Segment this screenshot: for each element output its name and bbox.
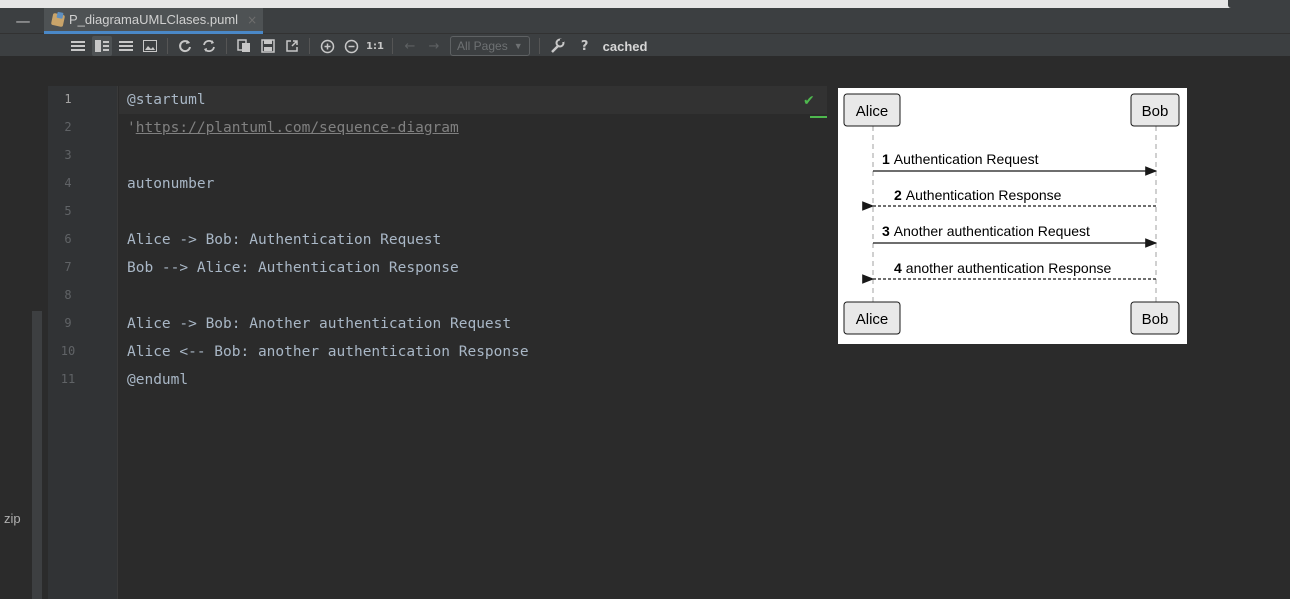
sidebar-zip-label: zip (4, 511, 21, 526)
toolbar-separator (309, 38, 310, 54)
preview-only-icon[interactable] (140, 36, 160, 56)
svg-text:4another authentication Respon: 4 another authentication Response (894, 260, 1111, 276)
code-line-7[interactable]: Bob --> Alice: Authentication Response (127, 254, 459, 282)
editor-tab-bar: — P_diagramaUMLClases.puml × 1:1 ← → All… (0, 8, 1290, 56)
line-number-gutter: 1 2 3 4 5 6 7 8 9 10 11 (48, 86, 118, 599)
collapse-button[interactable]: — (8, 12, 38, 30)
message-number: 2 (894, 187, 902, 203)
no-errors-check-icon: ✔ (803, 93, 815, 109)
code-line-1[interactable]: @startuml (127, 86, 206, 114)
refresh-icon[interactable] (175, 36, 195, 56)
line-number: 8 (64, 288, 72, 302)
settings-wrench-icon[interactable] (547, 36, 567, 56)
participant-label: Bob (1142, 103, 1169, 120)
previous-page-icon[interactable]: ← (400, 36, 420, 56)
line-number: 11 (60, 372, 76, 386)
help-icon[interactable]: ? (575, 36, 595, 56)
participant-label: Alice (856, 103, 889, 120)
svg-text:1Authentication Request: 1 Authentication Request (882, 151, 1039, 167)
editor-only-icon[interactable] (68, 36, 88, 56)
message-text: Authentication Request (894, 151, 1039, 167)
message-text: Another authentication Request (894, 223, 1090, 239)
tab-filename: P_diagramaUMLClases.puml (69, 12, 239, 27)
message-number: 3 (882, 223, 890, 239)
message-number: 1 (882, 151, 890, 167)
code-editor[interactable]: @startuml 'https://plantuml.com/sequence… (119, 86, 827, 599)
tab-puml-file[interactable]: P_diagramaUMLClases.puml × (44, 8, 264, 34)
line-number: 2 (64, 120, 72, 134)
copy-icon[interactable] (234, 36, 254, 56)
line-number: 3 (64, 148, 72, 162)
participant-alice-top: Alice (843, 93, 901, 127)
sync-icon[interactable] (199, 36, 219, 56)
line-number: 9 (64, 316, 72, 330)
pages-dropdown-value: All Pages (457, 39, 508, 53)
message-text: another authentication Response (906, 260, 1112, 276)
tab-close-icon[interactable]: × (247, 13, 257, 27)
code-line-10[interactable]: Alice <-- Bob: another authentication Re… (127, 338, 529, 366)
code-line-9[interactable]: Alice -> Bob: Another authentication Req… (127, 310, 511, 338)
participant-label: Alice (856, 311, 889, 328)
toolbar-separator (392, 38, 393, 54)
chevron-down-icon: ▼ (513, 41, 523, 51)
line-number: 4 (64, 176, 72, 190)
svg-text:3Another authentication Reques: 3 Another authentication Request (882, 223, 1090, 239)
zoom-in-icon[interactable] (317, 36, 337, 56)
code-line-4[interactable]: autonumber (127, 170, 214, 198)
sequence-diagram-svg: Alice Bob 1 Authentication Request 2 Authe… (843, 93, 1180, 335)
code-line-11[interactable]: @enduml (127, 366, 188, 394)
code-line-6[interactable]: Alice -> Bob: Authentication Request (127, 226, 441, 254)
message-4: 4 another authentication Response (862, 260, 1156, 284)
pages-dropdown[interactable]: All Pages ▼ (450, 36, 530, 56)
zoom-out-icon[interactable] (341, 36, 361, 56)
line-number: 10 (60, 344, 76, 358)
save-icon[interactable] (258, 36, 278, 56)
cache-status: cached (602, 38, 648, 54)
tab-row: — P_diagramaUMLClases.puml × (0, 8, 1290, 34)
toolbar-separator (167, 38, 168, 54)
message-text: Authentication Response (906, 187, 1062, 203)
inspection-ok-marker (810, 116, 828, 118)
code-line-2[interactable]: 'https://plantuml.com/sequence-diagram (127, 114, 459, 142)
comment-url-link[interactable]: https://plantuml.com/sequence-diagram (136, 120, 459, 136)
participant-bob-bottom: Bob (1130, 301, 1180, 335)
line-number: 6 (64, 232, 72, 246)
message-1: 1 Authentication Request (873, 151, 1158, 176)
participant-bob-top: Bob (1130, 93, 1180, 127)
left-tool-strip: zip (0, 56, 48, 599)
comment-quote: ' (127, 120, 136, 136)
split-view-icon[interactable] (92, 36, 112, 56)
line-number: 5 (64, 204, 72, 218)
message-2: 2 Authentication Response (862, 187, 1156, 211)
next-page-icon[interactable]: → (424, 36, 444, 56)
message-number: 4 (894, 260, 902, 276)
svg-text:2Authentication Response: 2 Authentication Response (894, 187, 1062, 203)
window-corner (1228, 0, 1290, 8)
line-number: 1 (64, 92, 72, 106)
participant-alice-bottom: Alice (843, 301, 901, 335)
window-top-strip (0, 0, 1290, 8)
preview-toolbar: 1:1 ← → All Pages ▼ ? cached (0, 35, 830, 57)
line-number: 7 (64, 260, 72, 274)
current-line-highlight (119, 86, 827, 114)
message-3: 3 Another authentication Request (873, 223, 1158, 248)
open-external-icon[interactable] (282, 36, 302, 56)
toolbar-separator (538, 38, 540, 54)
actual-size-button[interactable]: 1:1 (365, 36, 385, 56)
puml-file-icon (50, 12, 66, 27)
side-scrollbar[interactable] (32, 311, 42, 599)
sequence-diagram: Alice Bob 1 Authentication Request 2 Authe… (838, 88, 1187, 344)
horizontal-split-icon[interactable] (116, 36, 136, 56)
toolbar-separator (226, 38, 227, 54)
participant-label: Bob (1142, 311, 1169, 328)
